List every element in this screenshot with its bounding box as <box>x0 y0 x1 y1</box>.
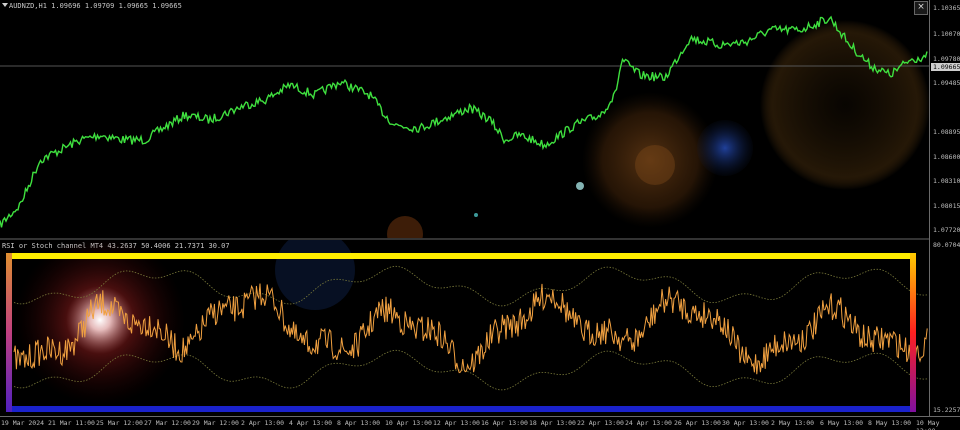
indicator-pane[interactable] <box>0 240 929 416</box>
symbol-info: AUDNZD,H1 1.09696 1.09709 1.09665 1.0966… <box>9 2 182 10</box>
time-tick: 27 Mar 12:00 <box>144 419 191 427</box>
indicator-min-label: 15.2257 <box>933 406 960 414</box>
lens-flare-red-star <box>15 240 185 405</box>
time-tick: 8 May 13:00 <box>868 419 912 427</box>
time-tick: 6 May 13:00 <box>820 419 864 427</box>
time-tick: 29 Mar 12:00 <box>192 419 239 427</box>
lens-flare-blue-ind <box>275 240 355 310</box>
time-tick: 22 Apr 13:00 <box>577 419 624 427</box>
price-tick: 1.08310 <box>933 177 960 185</box>
time-tick: 30 Apr 13:00 <box>722 419 769 427</box>
lens-flare-dot2 <box>474 213 478 217</box>
trading-chart-window: AUDNZD,H1 1.09696 1.09709 1.09665 1.0966… <box>0 0 960 430</box>
time-tick: 24 Apr 13:00 <box>625 419 672 427</box>
price-tick: 1.08895 <box>933 128 960 136</box>
price-tick: 1.08015 <box>933 202 960 210</box>
time-tick: 10 May 13:00 <box>916 419 940 430</box>
time-tick: 2 Apr 13:00 <box>241 419 285 427</box>
lens-flare-dot <box>576 182 584 190</box>
price-tick: 1.07720 <box>933 226 960 234</box>
frame-top <box>6 253 916 259</box>
frame-right <box>910 253 916 412</box>
time-tick: 4 Apr 13:00 <box>289 419 333 427</box>
price-tick: 1.08600 <box>933 153 960 161</box>
time-tick: 21 Mar 11:00 <box>48 419 95 427</box>
time-axis[interactable]: 19 Mar 2024 21 Mar 11:00 25 Mar 12:00 27… <box>0 416 960 430</box>
frame-bottom <box>6 406 916 412</box>
lens-flare-big <box>760 20 929 190</box>
time-tick: 10 Apr 13:00 <box>385 419 432 427</box>
time-tick: 8 Apr 13:00 <box>337 419 381 427</box>
price-tick: 1.09780 <box>933 55 960 63</box>
lens-flare-blue <box>697 120 753 176</box>
time-tick: 26 Apr 13:00 <box>674 419 721 427</box>
price-tick: 1.10070 <box>933 30 960 38</box>
dropdown-triangle-icon[interactable] <box>2 3 8 7</box>
indicator-max-label: 80.0704 <box>933 241 960 249</box>
frame-left <box>6 253 12 412</box>
lens-flare-orange-core <box>635 145 675 185</box>
time-tick: 19 Mar 2024 <box>1 419 45 427</box>
price-tick: 1.10365 <box>933 4 960 12</box>
price-axis[interactable]: 1.10365 1.10070 1.09780 1.09665 1.09485 … <box>929 0 960 416</box>
time-tick: 18 Apr 13:00 <box>529 419 576 427</box>
price-tick: 1.09485 <box>933 79 960 87</box>
time-tick: 2 May 13:00 <box>771 419 815 427</box>
price-chart[interactable] <box>0 0 929 238</box>
time-tick: 25 Mar 12:00 <box>96 419 143 427</box>
current-price-tag: 1.09665 <box>931 63 960 71</box>
time-tick: 16 Apr 13:00 <box>481 419 528 427</box>
time-tick: 12 Apr 13:00 <box>433 419 480 427</box>
lens-flare-small <box>387 216 423 238</box>
close-icon[interactable]: × <box>914 1 928 15</box>
